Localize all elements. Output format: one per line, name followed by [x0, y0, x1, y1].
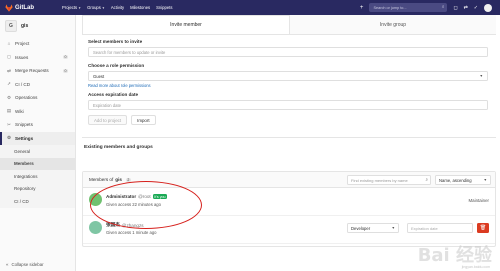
sidebar-item-snippets[interactable]: ✂ Snippets [0, 118, 75, 132]
sidebar: G gis ⌂ Project ◻ Issues 0 ⇄ Merge Requests 0… [0, 15, 76, 271]
nav-projects[interactable]: Projects ▼ [62, 5, 81, 10]
avatar [89, 221, 102, 234]
chevron-down-icon: ▼ [479, 74, 483, 78]
sidebar-item-settings[interactable]: ⚙ Settings [0, 131, 75, 145]
table-row: Administrator @root It's you Given acces… [83, 188, 495, 216]
count-badge: 2 [125, 177, 131, 182]
todo-icon[interactable]: ✓ [474, 5, 478, 11]
top-navbar: GitLab Projects ▼ Groups ▼ Activity Milest… [0, 0, 500, 15]
project-avatar: G [5, 20, 17, 32]
sort-select[interactable]: Name, ascending ▼ [435, 175, 491, 185]
member-filter-input[interactable]: Find existing members by name ⌕ [347, 175, 431, 185]
collapse-icon: « [6, 262, 9, 267]
count-badge: 0 [63, 68, 68, 73]
gear-icon: ⚙ [6, 135, 12, 141]
avatar [89, 193, 102, 206]
expiry-label: Access expiration date [88, 92, 139, 97]
sidebar-item-merge-requests[interactable]: ⇄ Merge Requests 0 [0, 64, 75, 78]
rocket-icon: ➚ [7, 81, 11, 87]
access-text: Given access 22 minutes ago [106, 202, 161, 207]
divider [82, 137, 496, 138]
settings-submenu: General Members Integrations Repository … [0, 145, 75, 208]
avatar[interactable] [484, 3, 492, 12]
nav-milestones[interactable]: Milestones [130, 5, 150, 10]
member-role-select[interactable]: Developer ▼ [347, 223, 399, 233]
remove-member-button[interactable]: 🗑 [477, 223, 489, 233]
main-content: Invite member Invite group Select member… [82, 15, 496, 271]
role-permissions-link[interactable]: Read more about role permissions [88, 83, 496, 88]
operations-icon: ⚙ [6, 94, 12, 100]
member-search-input[interactable]: Search for members to update or invite [88, 47, 488, 57]
count-badge: 0 [63, 55, 68, 60]
sidebar-subitem-general[interactable]: General [0, 145, 75, 158]
sidebar-item-wiki[interactable]: ▤ Wiki [0, 105, 75, 119]
collapse-sidebar-button[interactable]: « Collapse sidebar [6, 262, 44, 267]
existing-members-title: Existing members and groups [84, 145, 153, 150]
project-header[interactable]: G gis [0, 15, 75, 37]
nav-right: + Search or jump to... ⌕ ◻ ⇄ ✓ [360, 3, 492, 12]
project-name: gis [21, 23, 29, 29]
brand-name: GitLab [15, 4, 34, 11]
member-name: 张国杰 @zhangzs [106, 222, 144, 228]
role-select[interactable]: Guest ▼ [88, 71, 488, 81]
tab-invite-member[interactable]: Invite member [82, 15, 290, 34]
member-name: Administrator @root It's you [106, 194, 167, 199]
members-list: Members of gis 2 Find existing members by… [82, 171, 496, 247]
chevron-down-icon: ▼ [101, 5, 105, 10]
gitlab-logo[interactable]: GitLab [5, 3, 34, 12]
trash-icon: 🗑 [479, 225, 487, 231]
issues-icon[interactable]: ◻ [453, 5, 457, 11]
select-members-label: Select members to invite [88, 39, 143, 44]
import-button[interactable]: Import [131, 115, 156, 125]
invite-tabs: Invite member Invite group [82, 15, 496, 35]
you-badge: It's you [152, 194, 167, 199]
plus-icon[interactable]: + [360, 5, 364, 11]
member-expiry-input[interactable]: Expiration date [407, 223, 473, 233]
merge-request-icon: ⇄ [7, 67, 11, 73]
nav-snippets[interactable]: Snippets [156, 5, 172, 10]
sidebar-subitem-integrations[interactable]: Integrations [0, 170, 75, 183]
sidebar-item-issues[interactable]: ◻ Issues 0 [0, 51, 75, 65]
search-input[interactable]: Search or jump to... ⌕ [369, 3, 448, 12]
role-text: Maintainer [468, 198, 490, 203]
issues-icon: ◻ [7, 54, 11, 60]
nav-activity[interactable]: Activity [111, 5, 124, 10]
tab-invite-group[interactable]: Invite group [290, 15, 496, 34]
access-text: Given access 1 minute ago [106, 230, 157, 235]
search-icon: ⌕ [441, 4, 445, 9]
search-icon: ⌕ [425, 177, 428, 182]
table-row: 张国杰 @zhangzs Given access 1 minute ago D… [83, 216, 495, 244]
chevron-down-icon: ▼ [78, 5, 82, 10]
sidebar-item-operations[interactable]: ⚙ Operations [0, 91, 75, 105]
book-icon: ▤ [6, 108, 12, 114]
sidebar-subitem-ci-cd[interactable]: CI / CD [0, 195, 75, 208]
add-to-project-button[interactable]: Add to project [88, 115, 128, 125]
expiry-date-input[interactable]: Expiration date [88, 100, 488, 110]
invite-actions: Add to project Import [88, 115, 496, 125]
nav-links: Projects ▼ Groups ▼ Activity Milestones Sn… [62, 5, 172, 10]
sidebar-subitem-members[interactable]: Members [0, 157, 75, 170]
sidebar-subitem-repository[interactable]: Repository [0, 183, 75, 196]
tanuki-icon [5, 3, 13, 12]
chevron-down-icon: ▼ [483, 178, 487, 182]
merge-request-icon[interactable]: ⇄ [464, 5, 468, 11]
scissors-icon: ✂ [7, 121, 11, 127]
sidebar-item-project[interactable]: ⌂ Project [0, 37, 75, 51]
watermark: Bai 经验 [417, 245, 492, 266]
role-label: Choose a role permission [88, 63, 145, 68]
watermark-url: jingyan.baidu.com [461, 265, 490, 269]
nav-groups[interactable]: Groups ▼ [87, 5, 105, 10]
chevron-down-icon: ▼ [391, 226, 395, 230]
sidebar-item-ci-cd[interactable]: ➚ CI / CD [0, 78, 75, 92]
members-project-name: gis [115, 177, 122, 182]
members-header: Members of gis 2 Find existing members by… [83, 172, 495, 188]
home-icon: ⌂ [7, 41, 11, 47]
